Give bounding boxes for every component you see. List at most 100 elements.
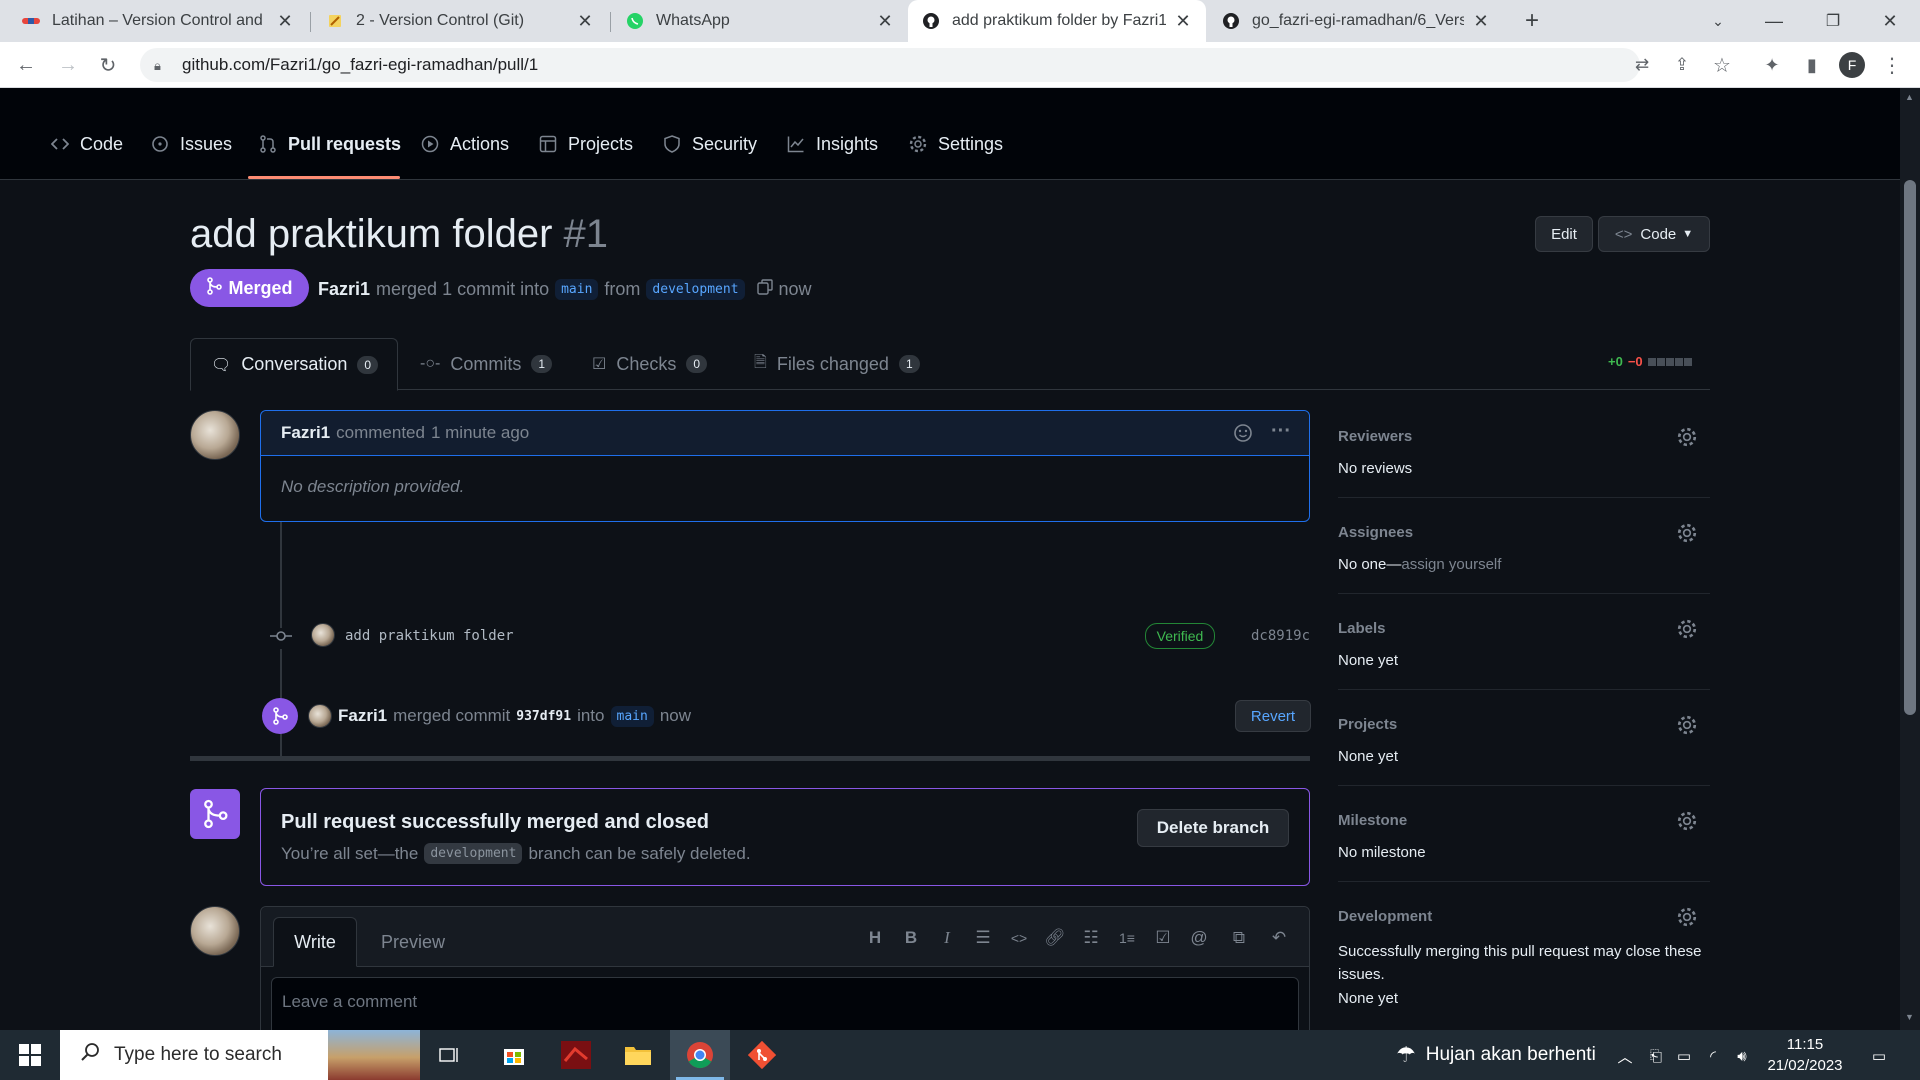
edit-button[interactable]: Edit [1535, 216, 1593, 252]
gear-icon[interactable] [1676, 810, 1698, 832]
gear-icon[interactable] [1676, 426, 1698, 448]
game-app-icon[interactable] [546, 1030, 606, 1080]
close-tab-icon[interactable]: ✕ [1472, 11, 1490, 32]
git-icon[interactable] [732, 1030, 792, 1080]
minimize-button[interactable]: — [1746, 0, 1802, 42]
avatar[interactable] [190, 410, 240, 460]
italic-icon[interactable]: I [934, 925, 960, 951]
volume-icon[interactable]: 🔊︎ [1731, 1045, 1753, 1067]
close-tab-icon[interactable]: ✕ [276, 11, 294, 32]
kebab-menu-icon[interactable]: ··· [1271, 420, 1291, 443]
commit-message-link[interactable]: add praktikum folder [345, 628, 514, 644]
nav-settings[interactable]: Settings [908, 124, 1003, 164]
bold-icon[interactable]: B [898, 925, 924, 951]
chevron-up-icon[interactable]: ︿ [1614, 1045, 1636, 1067]
link-icon[interactable]: 🔗︎ [1042, 925, 1068, 951]
new-tab-button[interactable]: + [1504, 0, 1560, 42]
nav-insights[interactable]: Insights [786, 124, 878, 164]
author-link[interactable]: Fazri1 [318, 279, 370, 300]
meet-now-icon[interactable]: ⎗ [1645, 1045, 1667, 1067]
verified-badge[interactable]: Verified [1145, 623, 1215, 649]
share-icon[interactable]: ⇪ [1666, 49, 1698, 81]
browser-tab-version-control[interactable]: 2 - Version Control (Git) ✕ [312, 0, 608, 42]
tab-conversation[interactable]: 🗨︎ Conversation 0 [190, 338, 398, 391]
microsoft-store-icon[interactable] [484, 1030, 544, 1080]
ordered-list-icon[interactable]: 1≡ [1114, 925, 1140, 951]
browser-tab-latihan[interactable]: Latihan – Version Control and Br ✕ [8, 0, 308, 42]
commit-sha-link[interactable]: dc8919c [1251, 628, 1310, 644]
forward-button[interactable]: → [52, 49, 84, 81]
nav-code[interactable]: Code [50, 124, 123, 164]
gear-icon[interactable] [1676, 522, 1698, 544]
browser-menu-icon[interactable]: ⋮ [1876, 49, 1908, 81]
branch-label[interactable]: development [424, 843, 523, 864]
comment-author-link[interactable]: Fazri1 [281, 423, 330, 443]
nav-issues[interactable]: Issues [150, 124, 232, 164]
revert-button[interactable]: Revert [1235, 700, 1311, 732]
address-bar[interactable]: 🔒︎ github.com/Fazri1/go_fazri-egi-ramadh… [140, 48, 1640, 82]
head-branch-label[interactable]: development [646, 279, 745, 300]
tab-search-chevron-icon[interactable]: ⌄ [1690, 0, 1746, 42]
taskbar-search[interactable]: Type here to search [60, 1030, 420, 1080]
nav-security[interactable]: Security [662, 124, 757, 164]
tab-preview[interactable]: Preview [361, 917, 465, 967]
windows-start-button[interactable] [0, 1030, 60, 1080]
comment-input[interactable] [271, 977, 1299, 1030]
comment-timestamp[interactable]: 1 minute ago [431, 423, 529, 443]
code-dropdown-button[interactable]: <> Code ▼ [1598, 216, 1710, 252]
tab-checks[interactable]: ☑︎ Checks 0 [572, 338, 727, 390]
gear-icon[interactable] [1676, 714, 1698, 736]
base-branch-label[interactable]: main [555, 279, 599, 300]
tab-write[interactable]: Write [273, 917, 357, 967]
delete-branch-button[interactable]: Delete branch [1137, 809, 1289, 847]
avatar[interactable] [311, 623, 335, 647]
close-tab-icon[interactable]: ✕ [876, 11, 894, 32]
translate-icon[interactable]: ⇄ [1626, 49, 1658, 81]
merge-branch-label[interactable]: main [610, 705, 654, 727]
cross-reference-icon[interactable]: ⧉ [1226, 925, 1252, 951]
assign-yourself-link[interactable]: assign yourself [1401, 556, 1501, 573]
heading-icon[interactable]: H [862, 925, 888, 951]
browser-tab-repo[interactable]: go_fazri-egi-ramadhan/6_Version ✕ [1208, 0, 1504, 42]
scroll-down-arrow-icon[interactable]: ▼ [1905, 1012, 1914, 1022]
nav-pull-requests[interactable]: Pull requests [258, 124, 401, 164]
copy-icon[interactable] [756, 279, 773, 300]
tab-commits[interactable]: -○- Commits 1 [400, 338, 572, 390]
profile-avatar[interactable]: F [1836, 49, 1868, 81]
close-tab-icon[interactable]: ✕ [576, 11, 594, 32]
scroll-up-arrow-icon[interactable]: ▲ [1905, 92, 1914, 102]
bookmark-star-icon[interactable]: ☆ [1706, 49, 1738, 81]
avatar[interactable] [308, 704, 332, 728]
browser-tab-pull-request[interactable]: add praktikum folder by Fazri1 · P ✕ [908, 0, 1206, 42]
nav-projects[interactable]: Projects [538, 124, 633, 164]
quote-icon[interactable]: ☰ [970, 925, 996, 951]
clock[interactable]: 11:15 21/02/2023 [1760, 1034, 1850, 1076]
task-view-icon[interactable] [420, 1030, 480, 1080]
smiley-icon[interactable] [1233, 423, 1253, 448]
browser-tab-whatsapp[interactable]: WhatsApp ✕ [612, 0, 908, 42]
weather-widget[interactable]: ☂ Hujan akan berhenti [1396, 1042, 1596, 1068]
merge-commit-sha-link[interactable]: 937df91 [516, 709, 571, 724]
side-panel-icon[interactable]: ▮ [1796, 49, 1828, 81]
gear-icon[interactable] [1676, 618, 1698, 640]
scroll-thumb[interactable] [1904, 180, 1916, 715]
restore-button[interactable]: ❐ [1805, 0, 1861, 42]
wifi-icon[interactable]: ◜ [1702, 1045, 1724, 1067]
chrome-icon[interactable] [670, 1030, 730, 1080]
back-button[interactable]: ← [10, 49, 42, 81]
file-explorer-icon[interactable] [608, 1030, 668, 1080]
nav-actions[interactable]: Actions [420, 124, 509, 164]
gear-icon[interactable] [1676, 906, 1698, 928]
merge-author-link[interactable]: Fazri1 [338, 706, 387, 726]
close-window-button[interactable]: ✕ [1862, 0, 1918, 42]
notifications-icon[interactable]: ▭ [1868, 1045, 1890, 1067]
unordered-list-icon[interactable]: ☷ [1078, 925, 1104, 951]
tab-files-changed[interactable]: 🗎︎ Files changed 1 [734, 338, 940, 390]
page-scrollbar[interactable]: ▲ ▼ [1900, 88, 1920, 1030]
code-icon[interactable]: <> [1006, 925, 1032, 951]
task-list-icon[interactable]: ☑︎ [1150, 925, 1176, 951]
battery-icon[interactable]: ▭ [1673, 1045, 1695, 1067]
extensions-icon[interactable]: ✦ [1756, 49, 1788, 81]
saved-reply-icon[interactable]: ↶ [1266, 925, 1292, 951]
mention-icon[interactable]: @ [1186, 925, 1212, 951]
